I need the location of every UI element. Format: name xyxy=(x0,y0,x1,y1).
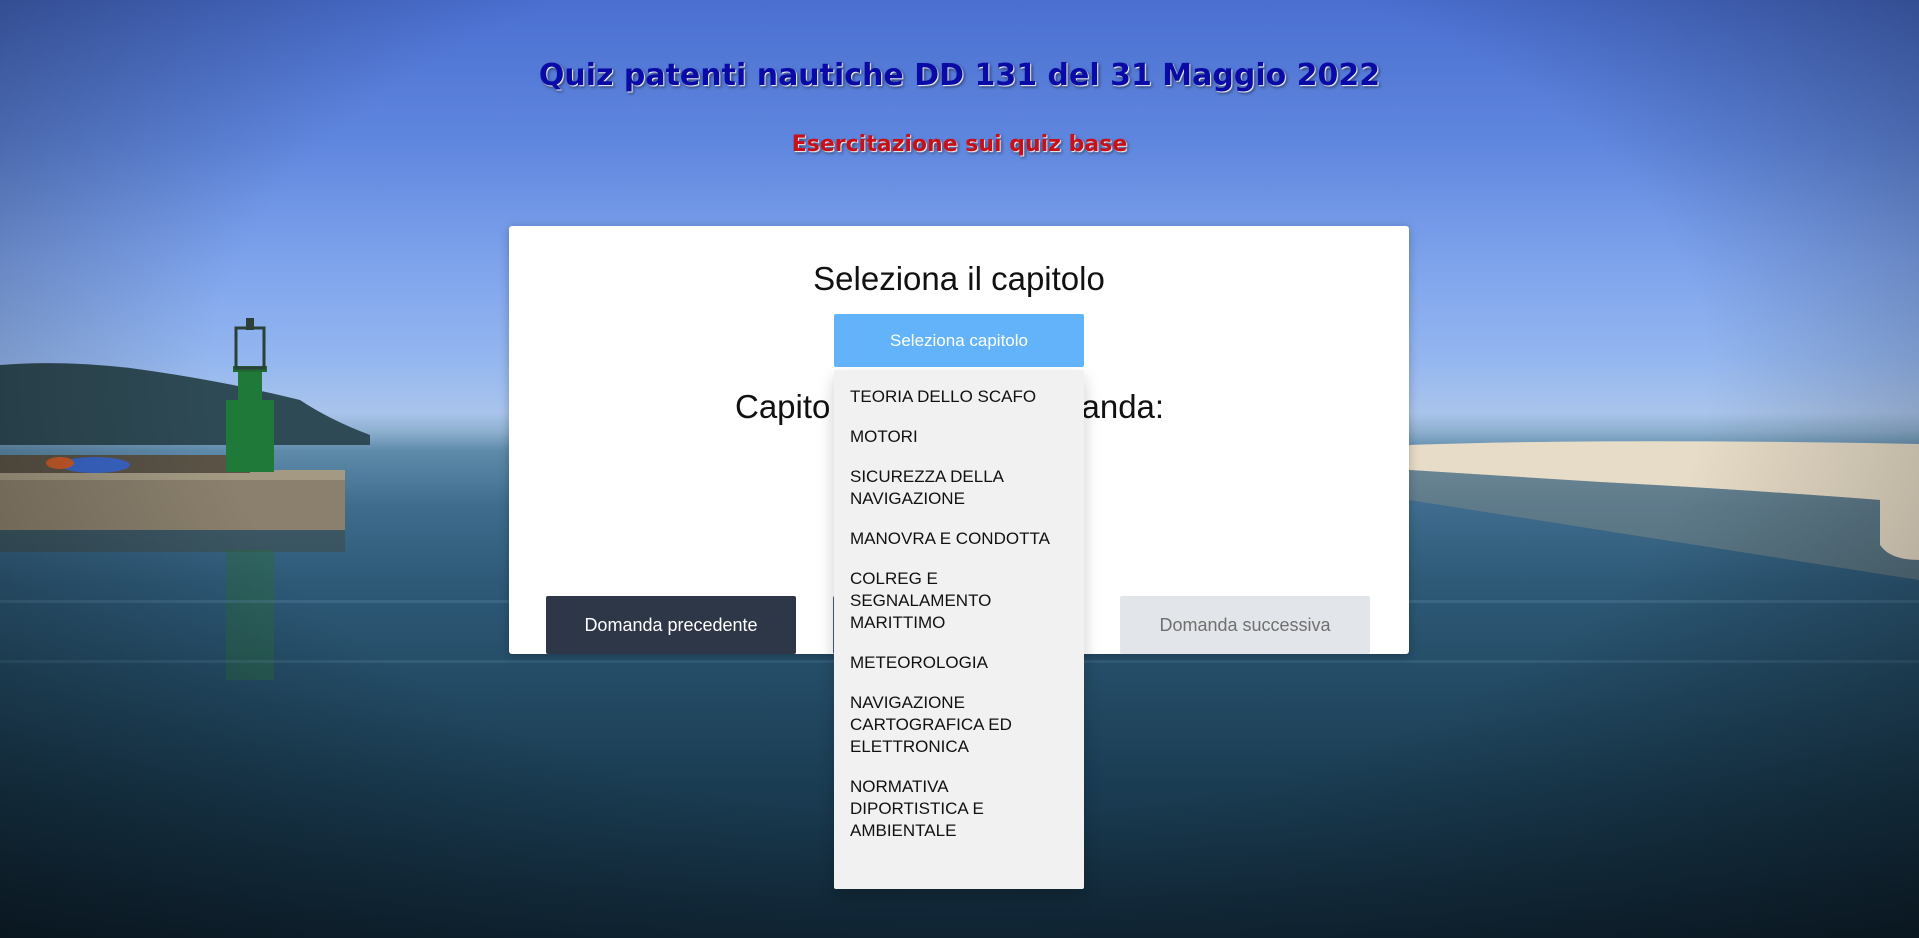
select-chapter-button[interactable]: Seleziona capitolo xyxy=(834,314,1084,367)
chapter-option-normativa-diportistica[interactable]: NORMATIVA DIPORTISTICA E AMBIENTALE xyxy=(834,767,1084,851)
page-title: Quiz patenti nautiche DD 131 del 31 Magg… xyxy=(538,58,1381,93)
chapter-option-meteorologia[interactable]: METEOROLOGIA xyxy=(834,643,1084,683)
chapter-option-navigazione-cartografica[interactable]: NAVIGAZIONE CARTOGRAFICA ED ELETTRONICA xyxy=(834,683,1084,767)
chapter-option-motori[interactable]: MOTORI xyxy=(834,417,1084,457)
chapter-option-sicurezza-navigazione[interactable]: SICUREZZA DELLA NAVIGAZIONE xyxy=(834,457,1084,519)
previous-question-button[interactable]: Domanda precedente xyxy=(546,596,796,654)
next-question-button[interactable]: Domanda successiva xyxy=(1120,596,1370,654)
select-chapter-heading: Seleziona il capitolo xyxy=(813,260,1105,297)
chapter-option-colreg-segnalamento[interactable]: COLREG E SEGNALAMENTO MARITTIMO xyxy=(834,559,1084,643)
chapter-dropdown-menu: TEORIA DELLO SCAFO MOTORI SICUREZZA DELL… xyxy=(834,370,1084,889)
chapter-option-manovra-condotta[interactable]: MANOVRA E CONDOTTA xyxy=(834,519,1084,559)
chapter-option-teoria-dello-scafo[interactable]: TEORIA DELLO SCAFO xyxy=(834,377,1084,417)
page-subtitle: Esercitazione sui quiz base xyxy=(791,132,1128,157)
chapter-label-left: Capito xyxy=(735,388,831,425)
